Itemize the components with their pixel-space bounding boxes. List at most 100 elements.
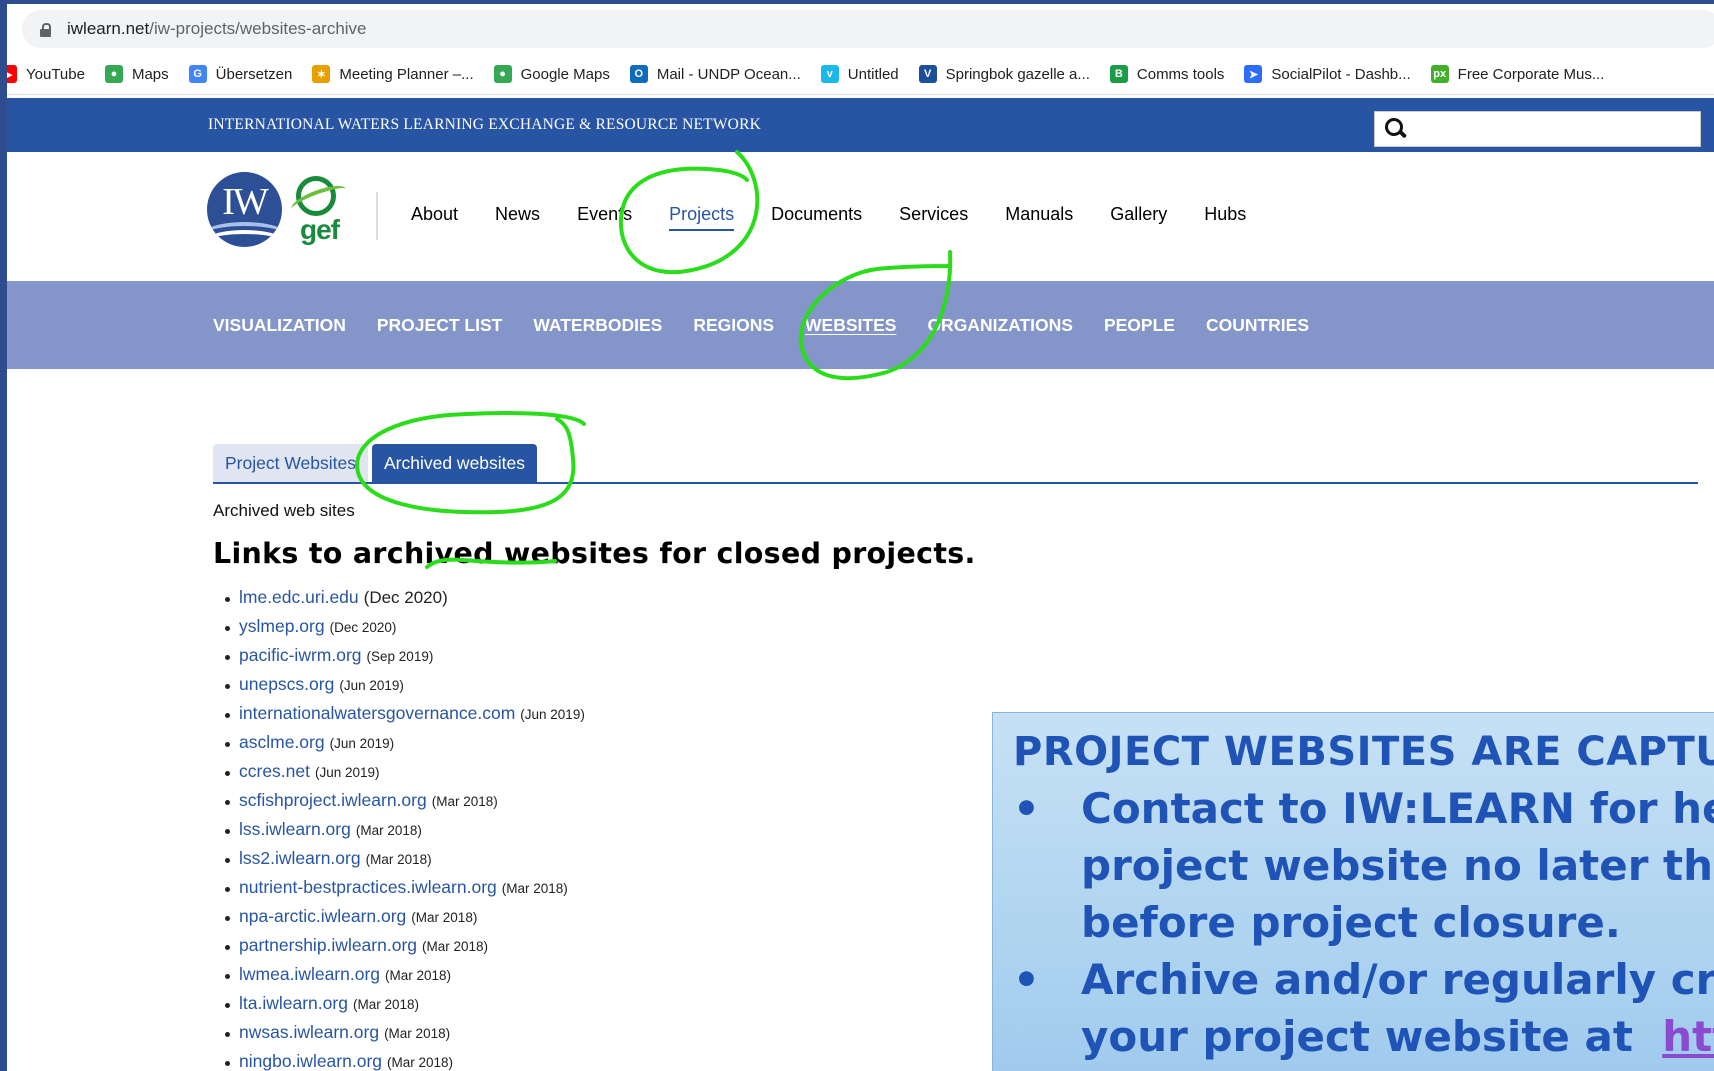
bookmark-item[interactable]: v Untitled — [820, 65, 899, 83]
archived-site-link[interactable]: lme.edc.uri.edu — [239, 587, 359, 608]
v-logo-icon: V — [918, 65, 937, 83]
archived-site-link[interactable]: lss2.iwlearn.org — [239, 848, 361, 869]
nav-news[interactable]: News — [495, 204, 540, 225]
b-logo-icon: B — [1109, 65, 1128, 83]
browser-frame: iwlearn.net/iw-projects/websites-archive… — [7, 4, 1714, 1071]
archived-site-link[interactable]: asclme.org — [239, 732, 325, 753]
bookmark-item[interactable]: ● Google Maps — [493, 65, 610, 83]
archive-date: (Mar 2018) — [352, 997, 419, 1012]
nav-hubs[interactable]: Hubs — [1204, 204, 1246, 225]
bookmark-item[interactable]: O Mail - UNDP Ocean... — [629, 65, 801, 83]
nav-services[interactable]: Services — [899, 204, 968, 225]
bookmark-item[interactable]: px Free Corporate Mus... — [1430, 65, 1605, 83]
bookmark-item[interactable]: B Comms tools — [1109, 65, 1225, 83]
search-icon[interactable] — [1385, 118, 1408, 140]
page-heading: Links to archived websites for closed pr… — [213, 537, 976, 570]
subnav-organizations[interactable]: ORGANIZATIONS — [927, 315, 1073, 336]
tab-archived-websites[interactable]: Archived websites — [371, 444, 538, 482]
list-item: ningbo.iwlearn.org (Mar 2018) — [225, 1051, 585, 1071]
bookmark-item[interactable]: ➤ SocialPilot - Dashb... — [1244, 65, 1411, 83]
iw-logo[interactable]: IW — [207, 172, 282, 247]
archive-date: (Mar 2018) — [422, 939, 489, 954]
archive-date: (Dec 2020) — [329, 620, 397, 635]
archived-site-link[interactable]: nwsas.iwlearn.org — [239, 1022, 379, 1043]
list-item: lwmea.iwlearn.org (Mar 2018) — [225, 964, 585, 993]
subnav-websites[interactable]: WEBSITES — [805, 315, 896, 336]
bookmark-label: Übersetzen — [215, 65, 293, 83]
bookmark-item[interactable]: G Übersetzen — [188, 65, 293, 83]
nav-projects[interactable]: Projects — [669, 204, 735, 231]
list-item: npa-arctic.iwlearn.org (Mar 2018) — [225, 906, 585, 935]
archived-site-link[interactable]: lta.iwlearn.org — [239, 993, 348, 1014]
bookmark-label: YouTube — [26, 65, 85, 83]
subnav-waterbodies[interactable]: WATERBODIES — [533, 315, 662, 336]
address-bar[interactable]: iwlearn.net/iw-projects/websites-archive — [22, 10, 1714, 48]
socialpilot-icon: ➤ — [1244, 65, 1263, 83]
bookmark-label: Free Corporate Mus... — [1457, 65, 1605, 83]
subnav-regions[interactable]: REGIONS — [693, 315, 774, 336]
nav-gallery[interactable]: Gallery — [1110, 204, 1167, 225]
subnav-countries[interactable]: COUNTRIES — [1206, 315, 1309, 336]
nav-manuals[interactable]: Manuals — [1005, 204, 1073, 225]
archived-site-link[interactable]: yslmep.org — [239, 616, 325, 637]
subnav-people[interactable]: PEOPLE — [1104, 315, 1175, 336]
archived-site-link[interactable]: ningbo.iwlearn.org — [239, 1051, 382, 1071]
bookmark-label: Mail - UNDP Ocean... — [656, 65, 801, 83]
bookmark-label: Comms tools — [1136, 65, 1225, 83]
bookmark-label: Maps — [131, 65, 169, 83]
archived-site-link[interactable]: lwmea.iwlearn.org — [239, 964, 380, 985]
section-label: Archived web sites — [213, 501, 355, 520]
address-bar-area: iwlearn.net/iw-projects/websites-archive — [7, 4, 1714, 51]
archived-site-link[interactable]: unepscs.org — [239, 674, 334, 695]
nav-documents[interactable]: Documents — [771, 204, 862, 225]
nav-about[interactable]: About — [411, 204, 458, 225]
archived-site-link[interactable]: partnership.iwlearn.org — [239, 935, 417, 956]
list-item: partnership.iwlearn.org (Mar 2018) — [225, 935, 585, 964]
list-item: scfishproject.iwlearn.org (Mar 2018) — [225, 790, 585, 819]
bookmark-item[interactable]: V Springbok gazelle a... — [918, 65, 1090, 83]
meeting-planner-icon: ✶ — [312, 65, 331, 83]
bookmark-item[interactable]: ● Maps — [104, 65, 169, 83]
archive-date: (Jun 2019) — [339, 678, 404, 693]
nav-events[interactable]: Events — [577, 204, 632, 225]
list-item: lta.iwlearn.org (Mar 2018) — [225, 993, 585, 1022]
bookmark-item[interactable]: ▶ YouTube — [7, 65, 85, 83]
list-item: yslmep.org (Dec 2020) — [225, 616, 585, 645]
site-search-input[interactable] — [1374, 111, 1701, 147]
archive-date: (Mar 2018) — [365, 852, 432, 867]
callout-bullet: • — [1013, 955, 1040, 1004]
archive-date: (Jun 2019) — [329, 736, 395, 751]
bookmark-label: Untitled — [847, 65, 899, 83]
archive-date: (Mar 2018) — [501, 881, 568, 896]
site-top-strip: INTERNATIONAL WATERS LEARNING EXCHANGE &… — [7, 98, 1714, 152]
archive-date: (Mar 2018) — [431, 794, 498, 809]
archived-site-link[interactable]: ccres.net — [239, 761, 310, 782]
archive-date: (Mar 2018) — [385, 968, 452, 983]
vimeo-icon: v — [820, 65, 839, 83]
list-item: lss2.iwlearn.org (Mar 2018) — [225, 848, 585, 877]
site-logos[interactable]: IW gef — [207, 172, 357, 252]
bookmark-label: Springbok gazelle a... — [945, 65, 1090, 83]
archived-site-link[interactable]: lss.iwlearn.org — [239, 819, 351, 840]
subnav-project-list[interactable]: PROJECT LIST — [377, 315, 502, 336]
archived-site-link[interactable]: pacific-iwrm.org — [239, 645, 362, 666]
url-text[interactable]: iwlearn.net/iw-projects/websites-archive — [67, 19, 367, 39]
bookmark-item[interactable]: ✶ Meeting Planner –... — [312, 65, 474, 83]
callout-link[interactable]: http — [1662, 1012, 1714, 1061]
callout-line: project website no later than — [1081, 841, 1714, 890]
callout-box: PROJECT WEBSITES ARE CAPTUR • Contact to… — [992, 712, 1714, 1071]
archived-site-link[interactable]: scfishproject.iwlearn.org — [239, 790, 427, 811]
archived-site-link[interactable]: nutrient-bestpractices.iwlearn.org — [239, 877, 497, 898]
callout-line-with-link: your project website at http — [1081, 1008, 1714, 1065]
nav-divider — [376, 192, 378, 240]
bookmarks-bar: ▶ YouTube ● Maps G Übersetzen ✶ Meeting Planner… — [7, 54, 1714, 95]
archived-site-link[interactable]: npa-arctic.iwlearn.org — [239, 906, 406, 927]
list-item: nwsas.iwlearn.org (Mar 2018) — [225, 1022, 585, 1051]
tab-project-websites[interactable]: Project Websites — [213, 444, 368, 482]
list-item: lme.edc.uri.edu (Dec 2020) — [225, 587, 585, 616]
list-item: asclme.org (Jun 2019) — [225, 732, 585, 761]
gef-logo[interactable]: gef — [288, 176, 352, 248]
lock-icon[interactable] — [40, 22, 51, 37]
archived-site-link[interactable]: internationalwatersgovernance.com — [239, 703, 515, 724]
subnav-visualization[interactable]: VISUALIZATION — [213, 315, 346, 336]
